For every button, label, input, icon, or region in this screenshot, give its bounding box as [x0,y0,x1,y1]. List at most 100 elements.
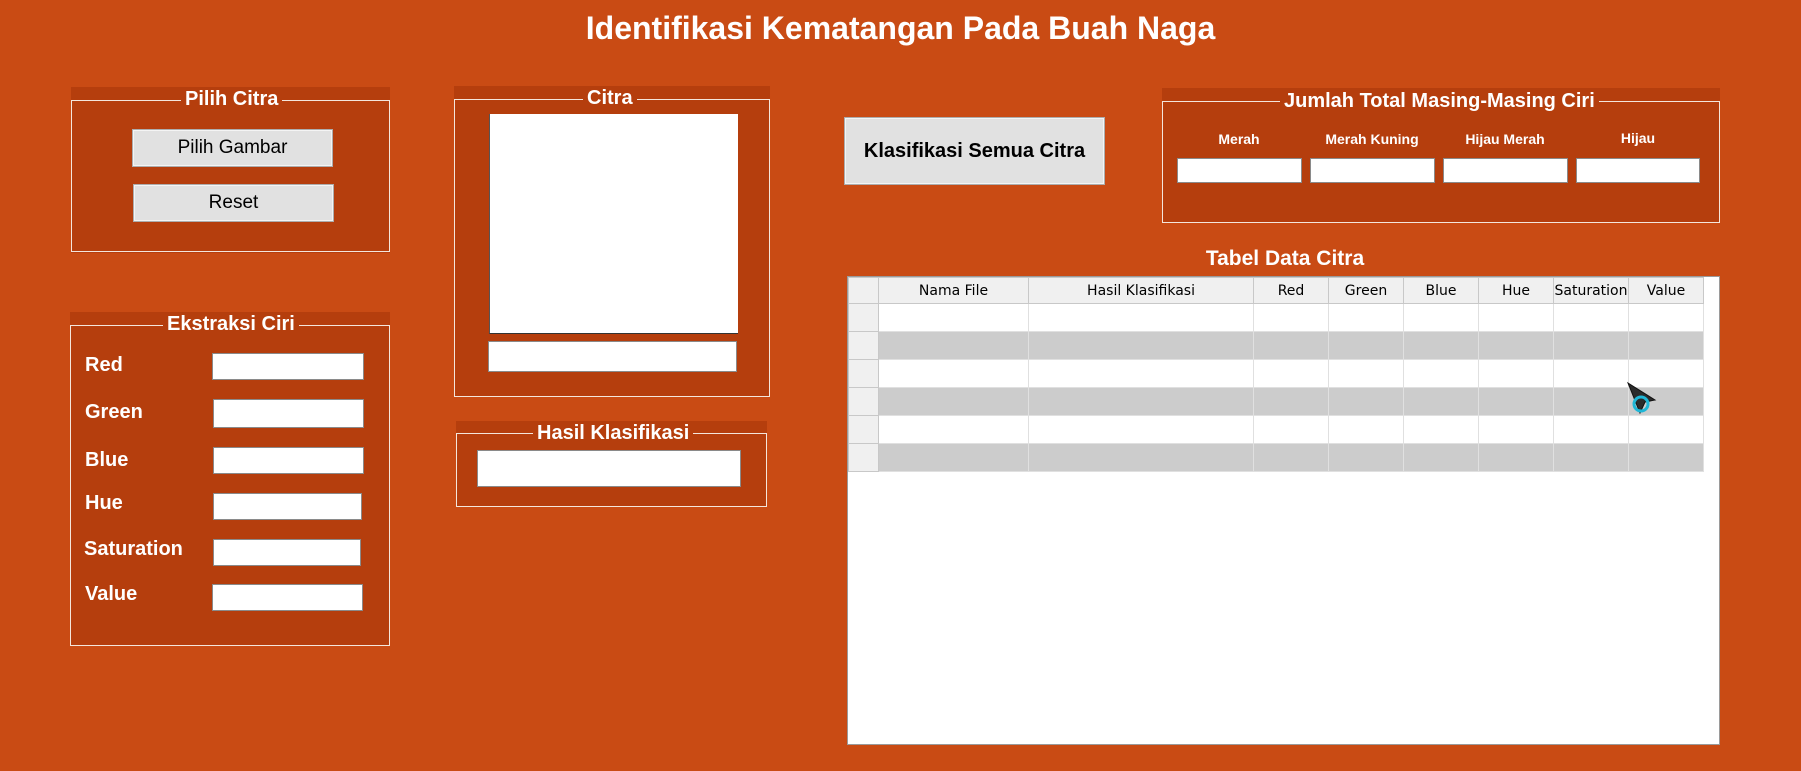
mouse-cursor-icon [1626,381,1657,415]
table-cell[interactable] [878,415,1029,444]
table-cell[interactable] [1553,331,1629,360]
table-row[interactable] [848,443,1704,472]
column-header-saturation[interactable]: Saturation [1553,277,1629,304]
table-cell[interactable] [878,387,1029,416]
row-header[interactable] [848,331,879,360]
pilih-citra-legend: Pilih Citra [181,88,283,111]
table-cell[interactable] [1478,303,1554,332]
merah-kuning-field[interactable] [1310,158,1435,183]
blue-label: Blue [85,449,129,471]
table-cell[interactable] [1403,359,1479,388]
jumlah-total-legend: Jumlah Total Masing-Masing Ciri [1280,90,1599,113]
table-cell[interactable] [1253,443,1329,472]
reset-button[interactable]: Reset [133,184,334,222]
table-cell[interactable] [1028,331,1254,360]
table-cell[interactable] [1478,331,1554,360]
column-header-green[interactable]: Green [1328,277,1404,304]
table-cell[interactable] [1628,331,1704,360]
value-field[interactable] [212,584,363,611]
klasifikasi-semua-button[interactable]: Klasifikasi Semua Citra [844,117,1105,185]
table-cell[interactable] [1403,443,1479,472]
table-cell[interactable] [878,359,1029,388]
table-cell[interactable] [1028,359,1254,388]
merah-kuning-label: Merah Kuning [1325,131,1419,147]
merah-field[interactable] [1177,158,1302,183]
table-cell[interactable] [1328,303,1404,332]
column-header-hue[interactable]: Hue [1478,277,1554,304]
table-cell[interactable] [1478,443,1554,472]
blue-field[interactable] [213,447,364,474]
value-label: Value [85,583,138,605]
table-cell[interactable] [1253,359,1329,388]
table-cell[interactable] [1478,415,1554,444]
table-cell[interactable] [878,331,1029,360]
data-table: Nama File Hasil Klasifikasi Red Green Bl… [848,277,1704,472]
table-cell[interactable] [878,443,1029,472]
table-row[interactable] [848,331,1704,360]
hijau-merah-field[interactable] [1443,158,1568,183]
column-header-blue[interactable]: Blue [1403,277,1479,304]
hue-field[interactable] [213,493,362,520]
green-label: Green [85,401,143,423]
table-cell[interactable] [1553,359,1629,388]
row-header[interactable] [848,303,879,332]
filename-field[interactable] [488,341,737,372]
table-cell[interactable] [1628,443,1704,472]
table-cell[interactable] [1028,443,1254,472]
merah-label: Merah [1218,131,1260,147]
table-row[interactable] [848,415,1704,444]
table-cell[interactable] [1553,387,1629,416]
data-table-container[interactable]: Nama File Hasil Klasifikasi Red Green Bl… [847,276,1720,745]
table-cell[interactable] [1553,415,1629,444]
table-cell[interactable] [1253,415,1329,444]
table-cell[interactable] [878,303,1029,332]
hasil-klasifikasi-legend: Hasil Klasifikasi [533,422,694,445]
saturation-field[interactable] [213,539,361,566]
hijau-label: Hijau [1620,130,1656,146]
table-cell[interactable] [1328,331,1404,360]
saturation-label: Saturation [84,538,183,560]
table-cell[interactable] [1553,303,1629,332]
column-header-red[interactable]: Red [1253,277,1329,304]
row-header[interactable] [848,443,879,472]
pilih-citra-frame [71,100,390,252]
hue-label: Hue [85,492,123,514]
app-title: Identifikasi Kematangan Pada Buah Naga [585,10,1216,46]
table-cell[interactable] [1328,415,1404,444]
image-preview [489,114,738,334]
hasil-klasifikasi-field[interactable] [477,450,741,487]
table-cell[interactable] [1328,443,1404,472]
green-field[interactable] [213,399,364,428]
table-cell[interactable] [1328,387,1404,416]
table-cell[interactable] [1553,443,1629,472]
row-header[interactable] [848,415,879,444]
table-cell[interactable] [1328,359,1404,388]
table-cell[interactable] [1028,387,1254,416]
table-cell[interactable] [1253,303,1329,332]
table-cell[interactable] [1403,415,1479,444]
table-cell[interactable] [1028,303,1254,332]
table-cell[interactable] [1478,359,1554,388]
table-cell[interactable] [1028,415,1254,444]
table-row[interactable] [848,359,1704,388]
table-row[interactable] [848,387,1704,416]
column-header-nama-file[interactable]: Nama File [878,277,1029,304]
red-field[interactable] [212,353,364,380]
table-row[interactable] [848,303,1704,332]
row-header[interactable] [848,359,879,388]
table-cell[interactable] [1403,331,1479,360]
red-label: Red [85,354,123,376]
table-title: Tabel Data Citra [1205,247,1365,270]
table-cell[interactable] [1253,331,1329,360]
column-header-hasil-klasifikasi[interactable]: Hasil Klasifikasi [1028,277,1254,304]
table-cell[interactable] [1403,303,1479,332]
table-cell[interactable] [1478,387,1554,416]
pilih-gambar-button[interactable]: Pilih Gambar [132,129,333,167]
table-cell[interactable] [1253,387,1329,416]
hijau-field[interactable] [1576,158,1700,183]
citra-legend: Citra [583,87,637,110]
table-cell[interactable] [1628,303,1704,332]
column-header-value[interactable]: Value [1628,277,1704,304]
table-cell[interactable] [1403,387,1479,416]
row-header[interactable] [848,387,879,416]
